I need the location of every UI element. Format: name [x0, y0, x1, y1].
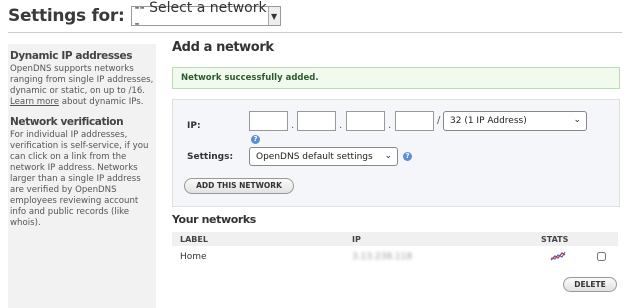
network-select[interactable]: -- Select a network -- ▼ — [130, 0, 281, 32]
stats-graph-icon[interactable] — [550, 250, 566, 262]
network-select-checkbox[interactable] — [597, 252, 606, 261]
settings-label: Settings: — [187, 152, 234, 162]
ip-dot-2: . — [339, 120, 343, 131]
column-stats: STATS — [541, 235, 569, 244]
settings-header: Settings for: -- Select a network -- ▼ — [8, 0, 281, 32]
ip-help-icon[interactable]: ? — [251, 135, 260, 144]
your-networks-heading: Your networks — [172, 213, 256, 226]
learn-more-link[interactable]: Learn more — [10, 97, 59, 107]
ip-octet-3-input[interactable] — [346, 111, 385, 131]
ip-octet-1-input[interactable] — [249, 111, 288, 131]
add-network-form: IP: . . . / 32 (1 IP Address) ⌄ ? Settin… — [172, 99, 620, 207]
network-label[interactable]: Home — [180, 252, 207, 262]
ip-label: IP: — [187, 121, 201, 131]
ip-octet-2-input[interactable] — [297, 111, 336, 131]
add-network-panel: Add a network Network successfully added… — [172, 40, 620, 207]
sidebar-heading-dynamic-ip: Dynamic IP addresses — [10, 50, 133, 62]
network-ip: 3.13.238.118 — [352, 252, 413, 262]
ip-slash: / — [437, 115, 441, 126]
prefix-select[interactable]: 32 (1 IP Address) ⌄ — [443, 111, 587, 131]
sidebar-text-dynamic-ip: OpenDNS supports networks ranging from s… — [10, 64, 154, 108]
ip-dot-3: . — [388, 120, 392, 131]
column-ip: IP — [352, 235, 361, 244]
sidebar-text-verification: For individual IP addresses, verificatio… — [10, 130, 149, 228]
column-label: LABEL — [180, 235, 208, 244]
settings-select-value: OpenDNS default settings — [256, 151, 373, 162]
success-message: Network successfully added. — [172, 67, 620, 89]
delete-button[interactable]: DELETE — [563, 277, 617, 292]
sidebar-text-dynamic-ip-after: about dynamic IPs. — [59, 97, 144, 107]
settings-select[interactable]: OpenDNS default settings ⌄ — [249, 147, 398, 166]
header-divider — [8, 32, 622, 33]
sidebar-heading-verification: Network verification — [10, 116, 124, 128]
networks-table-header: LABEL IP STATS — [172, 232, 618, 246]
chevron-down-icon: ⌄ — [573, 115, 581, 125]
table-row: Home 3.13.238.118 — [172, 248, 618, 266]
network-select-value: -- Select a network -- — [134, 0, 277, 32]
settings-title: Settings for: — [8, 6, 125, 26]
prefix-select-value: 32 (1 IP Address) — [450, 116, 527, 126]
dropdown-arrow-icon: ▼ — [267, 7, 280, 25]
ip-dot-1: . — [291, 120, 295, 131]
sidebar-text-dynamic-ip-before: OpenDNS supports networks ranging from s… — [10, 64, 154, 96]
add-network-button[interactable]: ADD THIS NETWORK — [184, 178, 294, 194]
help-sidebar: Dynamic IP addresses OpenDNS supports ne… — [8, 44, 156, 308]
ip-octet-4-input[interactable] — [395, 111, 434, 131]
add-network-heading: Add a network — [172, 40, 274, 55]
chevron-down-icon: ⌄ — [384, 151, 392, 161]
settings-help-icon[interactable]: ? — [403, 152, 412, 161]
